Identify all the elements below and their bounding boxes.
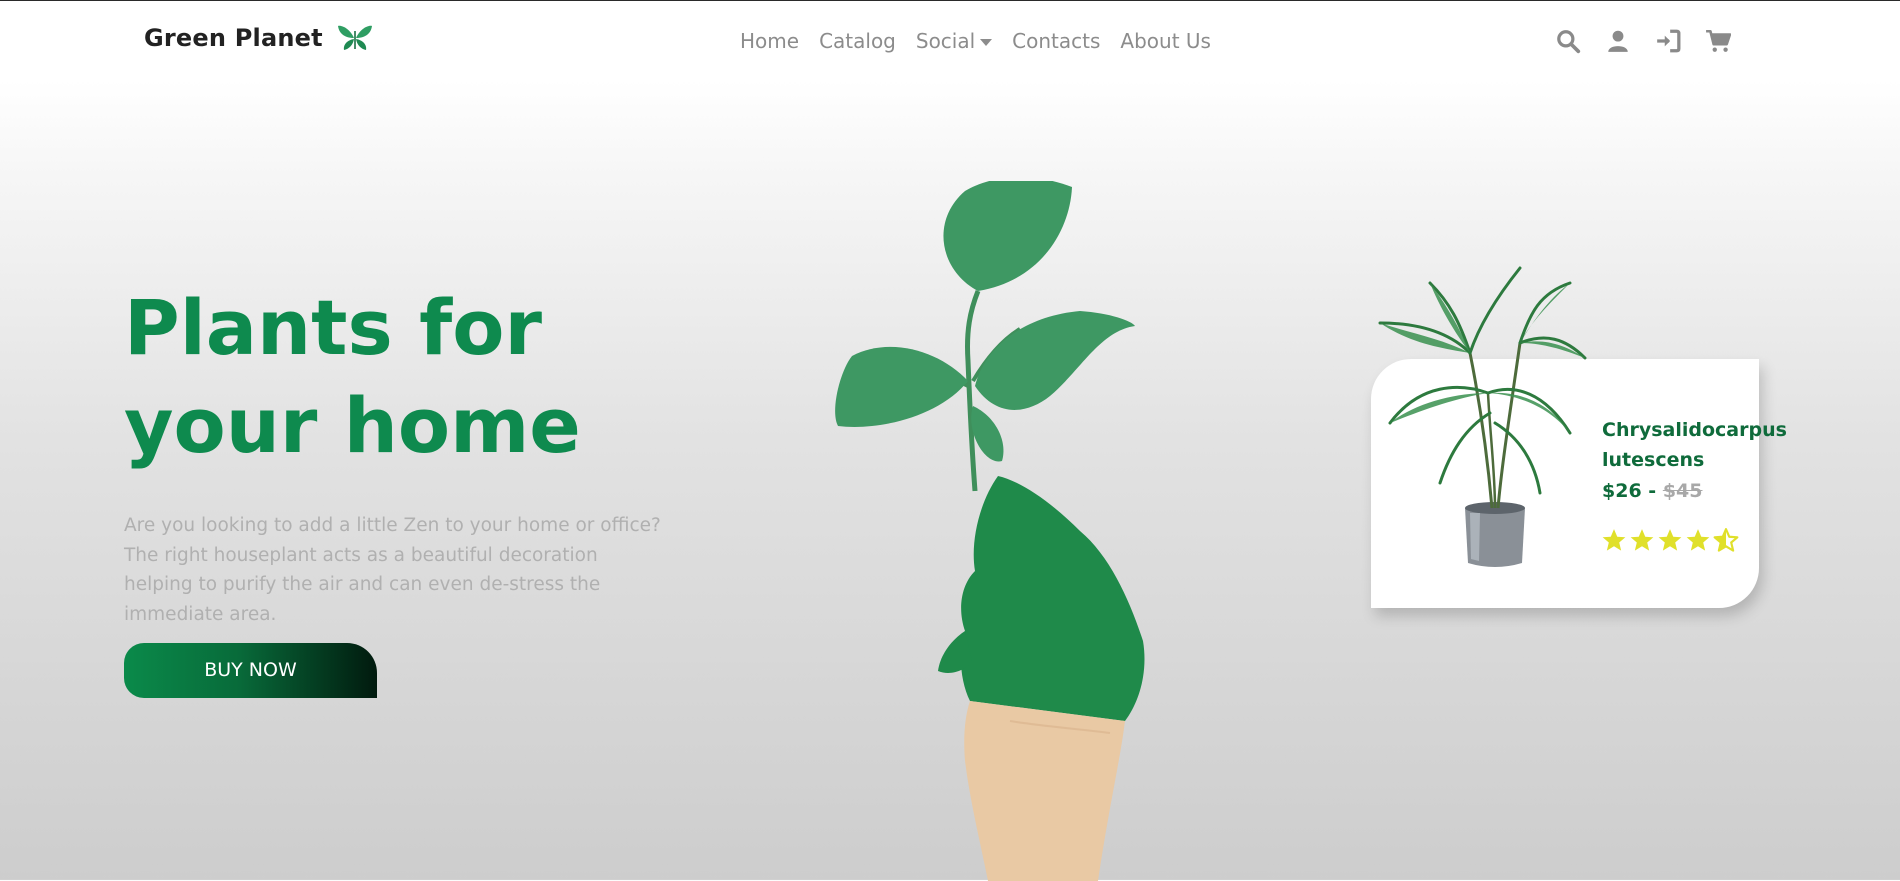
rating-stars bbox=[1601, 527, 1741, 553]
login-icon[interactable] bbox=[1655, 28, 1681, 54]
star-full-icon bbox=[1685, 527, 1711, 553]
search-icon[interactable] bbox=[1555, 28, 1581, 54]
hand-holding-sprout-image bbox=[835, 181, 1145, 881]
potted-palm-image bbox=[1378, 266, 1587, 567]
price-row: $26 - $45 bbox=[1602, 476, 1702, 506]
nav-link-contacts[interactable]: Contacts bbox=[1012, 29, 1100, 53]
price-separator: - bbox=[1648, 480, 1657, 502]
star-full-icon bbox=[1657, 527, 1683, 553]
hero-title-line1: Plants for bbox=[124, 283, 542, 372]
user-icon[interactable] bbox=[1605, 28, 1631, 54]
hero-title: Plants for your home bbox=[124, 279, 684, 475]
nav-link-home[interactable]: Home bbox=[740, 29, 799, 53]
nav-icons bbox=[1555, 28, 1755, 54]
brand-name: Green Planet bbox=[144, 24, 323, 52]
nav-link-social[interactable]: Social bbox=[915, 29, 993, 53]
product-name-line1: Chrysalidocarpus bbox=[1602, 419, 1787, 441]
product-name-line2: lutescens bbox=[1602, 449, 1705, 471]
price-old: $45 bbox=[1662, 480, 1703, 502]
nav-links: Home Catalog Social Contacts About Us bbox=[740, 29, 1231, 53]
star-full-icon bbox=[1601, 527, 1627, 553]
star-half-icon bbox=[1713, 527, 1739, 553]
leaf-butterfly-icon bbox=[337, 23, 373, 53]
caret-down-icon bbox=[980, 38, 993, 46]
star-full-icon bbox=[1629, 527, 1655, 553]
hero-description: Are you looking to add a little Zen to y… bbox=[124, 515, 661, 625]
nav-link-about-us[interactable]: About Us bbox=[1120, 29, 1211, 53]
cart-icon[interactable] bbox=[1705, 28, 1731, 54]
buy-now-button[interactable]: BUY NOW bbox=[124, 643, 377, 698]
nav-link-catalog[interactable]: Catalog bbox=[819, 29, 896, 53]
nav-link-social-label: Social bbox=[915, 29, 976, 53]
brand[interactable]: Green Planet bbox=[144, 23, 373, 53]
price-current: $26 bbox=[1602, 480, 1642, 502]
product-name[interactable]: Chrysalidocarpus lutescens bbox=[1602, 415, 1787, 475]
hero-title-line2: your home bbox=[124, 381, 581, 470]
navbar: Green Planet Home Catalog Social Contact… bbox=[0, 1, 1900, 81]
